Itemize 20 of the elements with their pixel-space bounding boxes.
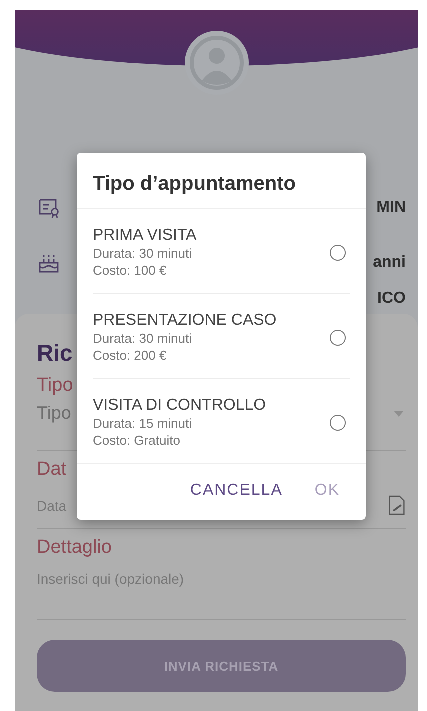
option-cost: Costo: 200 € bbox=[93, 347, 168, 364]
detail-placeholder: Inserisci qui (opzionale) bbox=[37, 571, 184, 587]
option-cost: Costo: Gratuito bbox=[93, 432, 182, 449]
profile-value: ICO bbox=[378, 290, 406, 308]
profile-value: MIN bbox=[376, 198, 406, 216]
date-placeholder: Data bbox=[37, 498, 67, 514]
option-name: PRIMA VISITA bbox=[93, 227, 197, 245]
option-name: PRESENTAZIONE CASO bbox=[93, 312, 277, 330]
field-label: Tipo bbox=[37, 375, 74, 397]
option-duration: Durata: 15 minuti bbox=[93, 415, 193, 432]
profile-value: anni bbox=[373, 254, 406, 272]
option-duration: Durata: 30 minuti bbox=[93, 330, 193, 347]
sheet-title: Ric bbox=[37, 340, 73, 367]
option-cost: Costo: 100 € bbox=[93, 262, 168, 279]
option-duration: Durata: 30 minuti bbox=[93, 245, 193, 262]
field-label: Dat bbox=[37, 459, 67, 481]
field-label: Dettaglio bbox=[37, 537, 112, 559]
option-name: VISITA DI CONTROLLO bbox=[93, 397, 266, 415]
dropdown-placeholder: Tipo bbox=[37, 403, 72, 424]
dialog-title: Tipo d’appuntamento bbox=[77, 153, 366, 209]
